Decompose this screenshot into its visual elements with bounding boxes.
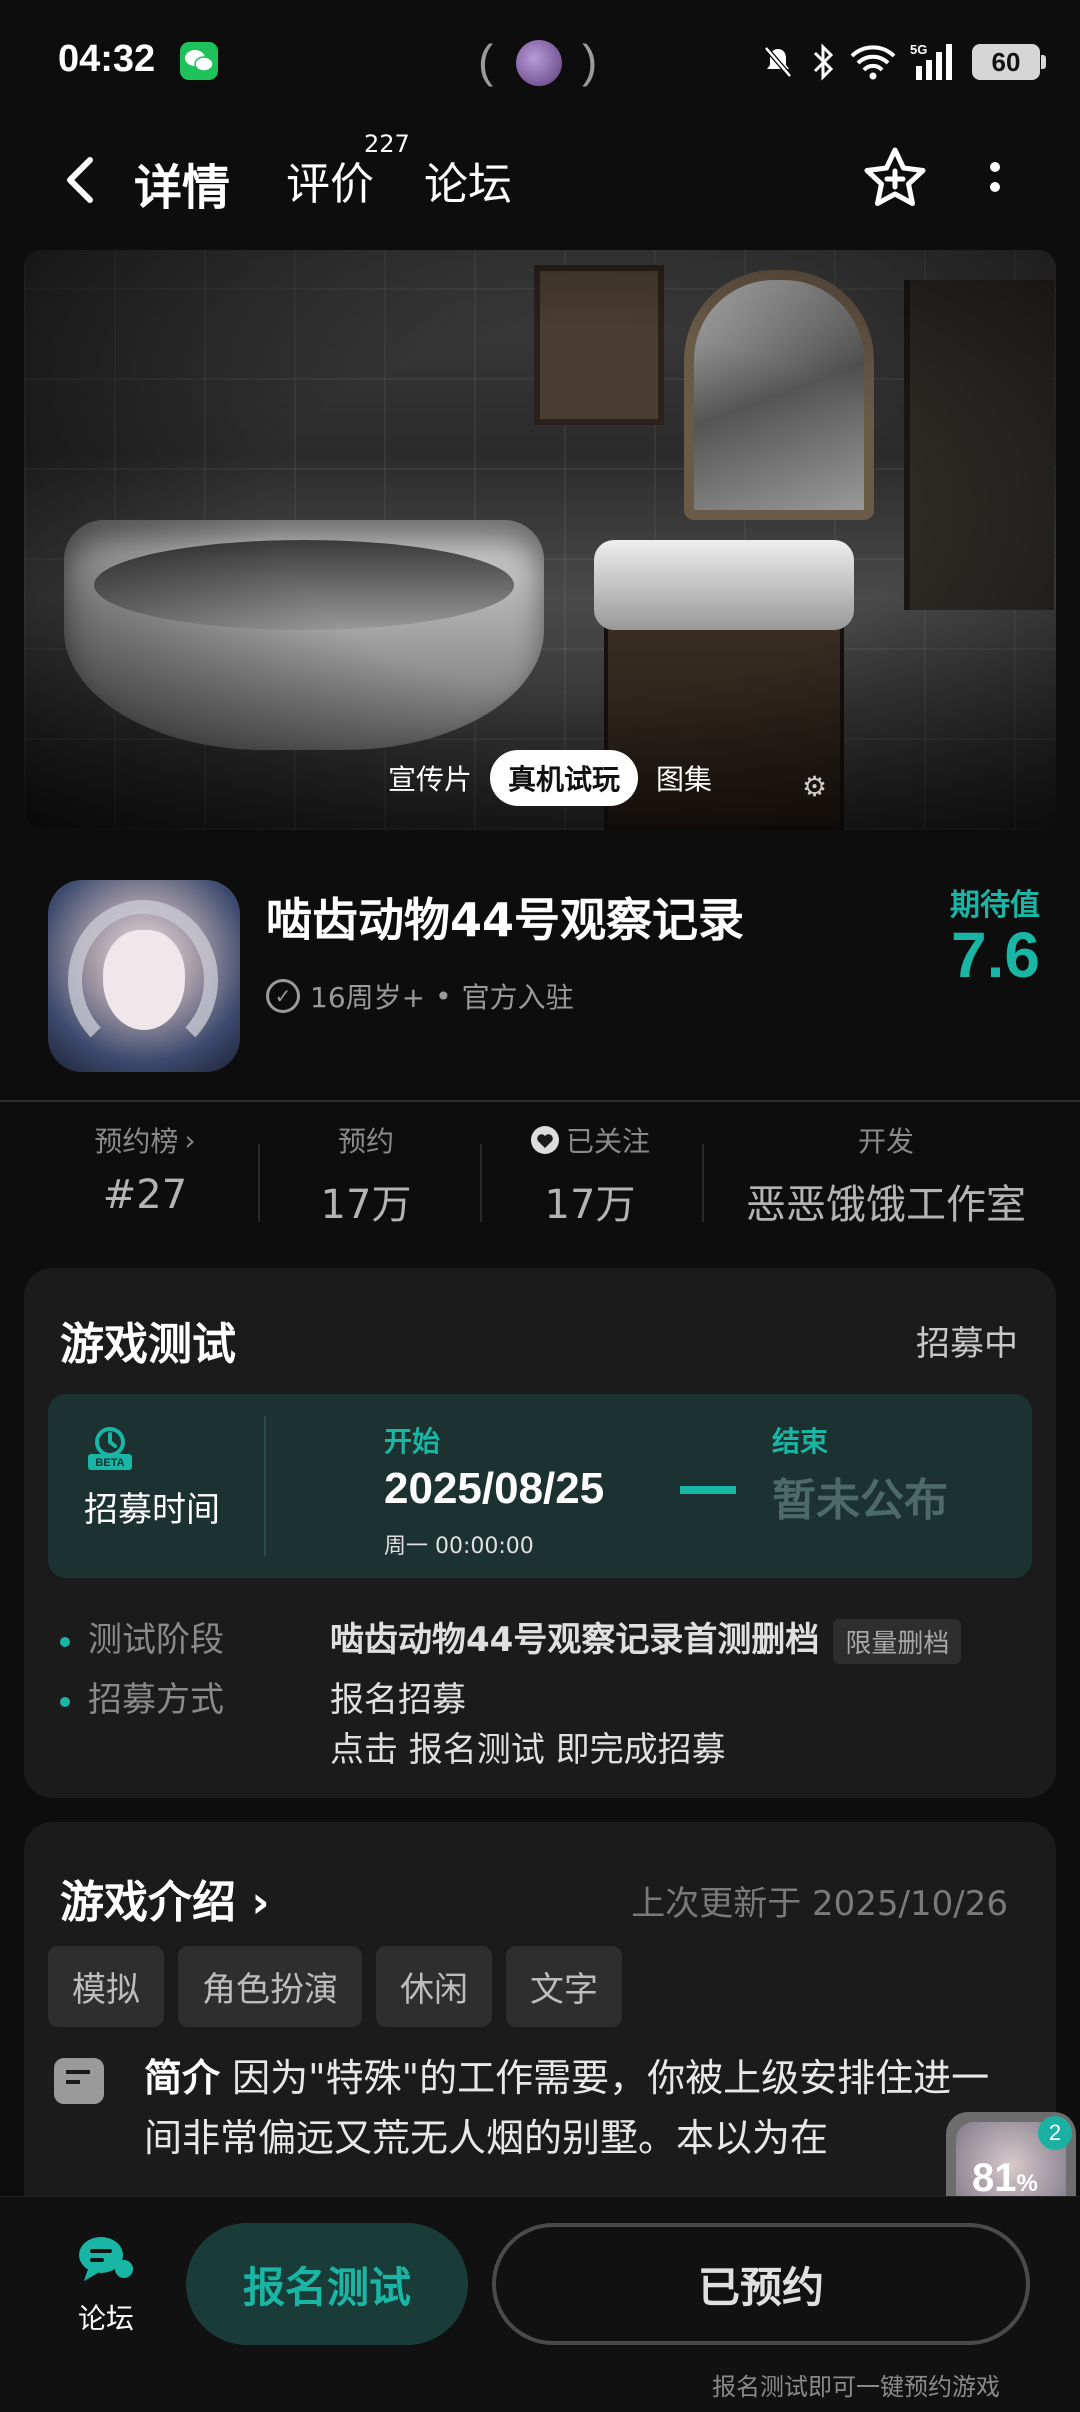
more-vertical-icon xyxy=(980,162,1010,192)
wifi-icon xyxy=(850,45,896,80)
game-meta: ✓ 16周岁+ • 官方入驻 xyxy=(266,976,574,1016)
age-rating: 16周岁+ xyxy=(310,981,426,1014)
bottom-action-bar: 论坛 报名测试 已预约 报名测试即可一键预约游戏 xyxy=(0,2196,1080,2412)
stat-following[interactable]: 已关注 17万 xyxy=(488,1120,692,1230)
chevron-right-icon: › xyxy=(184,1123,196,1157)
widget-badge: 2 xyxy=(1038,2116,1072,2150)
add-favorite-button[interactable] xyxy=(860,144,930,214)
stat-rank[interactable]: 预约榜 › #27 xyxy=(40,1120,250,1219)
recruit-status: 招募中 xyxy=(916,1324,1018,1364)
back-arrow-icon xyxy=(67,157,93,203)
reserved-button[interactable]: 已预约 xyxy=(492,2223,1030,2345)
game-test-card: 游戏测试 招募中 BETA 招募时间 开始 2025/08/25 周一 00:0… xyxy=(24,1268,1056,1798)
settings-gear-icon: ⚙ xyxy=(802,770,828,803)
review-count-badge: 227 xyxy=(364,130,410,158)
test-stage-value: 啮齿动物44号观察记录首测删档 限量删档 xyxy=(330,1612,962,1664)
expectation-value: 7.6 xyxy=(951,919,1040,991)
forum-label: 论坛 xyxy=(77,2302,134,2335)
tab-detail-label: 详情 xyxy=(134,160,231,216)
forum-button[interactable]: 论坛 xyxy=(66,2233,146,2337)
stats-row: 预约榜 › #27 预约 17万 已关注 17万 开发 恶恶饿饿工作室 xyxy=(0,1120,1080,1230)
forum-chat-icon xyxy=(79,2237,133,2281)
test-stage-label: 测试阶段 xyxy=(60,1612,224,1661)
stat-developer-value: 恶恶饿饿工作室 xyxy=(746,1182,1026,1228)
stat-rank-value: #27 xyxy=(102,1172,188,1218)
signup-test-button[interactable]: 报名测试 xyxy=(186,2223,468,2345)
status-time: 04:32 xyxy=(58,38,156,80)
status-bar: 04:32 ( ) 5G 60 xyxy=(0,0,1080,124)
recruit-method-label: 招募方式 xyxy=(60,1672,224,1721)
start-time: 周一 00:00:00 xyxy=(384,1534,534,1559)
star-add-icon xyxy=(864,147,926,206)
tag-item[interactable]: 休闲 xyxy=(376,1946,492,2027)
test-title: 游戏测试 xyxy=(60,1319,236,1370)
beta-timer-icon: BETA xyxy=(88,1427,132,1470)
top-nav: 详情 评价 227 论坛 xyxy=(0,130,1080,230)
signal-icon: 5G xyxy=(910,42,952,80)
tag-list: 模拟 角色扮演 休闲 文字 xyxy=(48,1946,622,2027)
end-label: 结束 xyxy=(772,1425,829,1458)
stat-reservations-value: 17万 xyxy=(320,1182,412,1228)
avatar xyxy=(516,40,562,86)
widget-percent: 81% xyxy=(972,2156,1038,2200)
media-banner[interactable]: 宣传片 真机试玩 图集 ⚙ xyxy=(24,250,1056,830)
svg-text:5G: 5G xyxy=(910,42,927,57)
back-button[interactable] xyxy=(56,150,104,210)
summary-text[interactable]: 简介 因为"特殊"的工作需要，你被上级安排住进一间非常偏远又荒无人烟的别墅。本以… xyxy=(144,2048,1024,2168)
chevron-right-icon: › xyxy=(251,1877,270,1928)
end-value: 暂未公布 xyxy=(772,1475,948,1526)
recruit-method-hint: 点击 报名测试 即完成招募 xyxy=(330,1730,726,1770)
tab-review-label: 评价 xyxy=(286,159,374,210)
verified-check-icon: ✓ xyxy=(266,979,300,1013)
limited-tag: 限量删档 xyxy=(833,1619,962,1664)
media-tab-trailer[interactable]: 宣传片 xyxy=(370,750,490,806)
bottom-hint: 报名测试即可一键预约游戏 xyxy=(712,2373,1000,2401)
stat-developer[interactable]: 开发 恶恶饿饿工作室 xyxy=(716,1120,1056,1230)
recruit-time-box: BETA 招募时间 开始 2025/08/25 周一 00:00:00 结束 暂… xyxy=(48,1394,1032,1578)
heart-icon xyxy=(530,1126,559,1154)
media-tab-gallery[interactable]: 图集 xyxy=(638,750,730,806)
intro-updated: 上次更新于 2025/10/26 xyxy=(631,1884,1008,1924)
game-header: 啮齿动物44号观察记录 ✓ 16周岁+ • 官方入驻 期待值 7.6 xyxy=(0,860,1080,1080)
recruit-time-label: 招募时间 xyxy=(84,1490,220,1530)
stat-reservations: 预约 17万 xyxy=(266,1120,466,1230)
game-icon[interactable] xyxy=(48,880,240,1072)
summary-icon xyxy=(54,2058,104,2104)
media-tabs: 宣传片 真机试玩 图集 xyxy=(370,748,760,808)
svg-text:BETA: BETA xyxy=(95,1457,124,1469)
mute-icon xyxy=(764,46,792,78)
media-tab-gameplay[interactable]: 真机试玩 xyxy=(490,750,639,806)
official-label: 官方入驻 xyxy=(461,981,574,1014)
wechat-notification-icon xyxy=(180,42,218,80)
game-intro-card: 游戏介绍 › 上次更新于 2025/10/26 模拟 角色扮演 休闲 文字 简介… xyxy=(24,1822,1056,2222)
start-label: 开始 xyxy=(384,1425,441,1458)
divider xyxy=(0,1100,1080,1102)
tab-review[interactable]: 评价 227 xyxy=(286,130,410,212)
game-title: 啮齿动物44号观察记录 xyxy=(266,893,745,947)
tab-forum[interactable]: 论坛 xyxy=(424,148,512,212)
tag-item[interactable]: 角色扮演 xyxy=(178,1946,362,2027)
tag-item[interactable]: 文字 xyxy=(506,1946,622,2027)
bluetooth-icon xyxy=(813,43,834,81)
tab-detail[interactable]: 详情 xyxy=(130,148,235,218)
battery-indicator: 60 xyxy=(972,44,1046,80)
recruit-method-value: 报名招募 xyxy=(330,1680,466,1720)
stat-following-value: 17万 xyxy=(544,1182,636,1228)
more-options-button[interactable] xyxy=(980,156,1010,206)
tag-item[interactable]: 模拟 xyxy=(48,1946,164,2027)
status-icons: 5G 60 xyxy=(760,34,1046,90)
dynamic-island[interactable]: ( ) xyxy=(478,30,598,94)
intro-title[interactable]: 游戏介绍 › xyxy=(60,1866,269,1930)
start-date: 2025/08/25 xyxy=(384,1464,605,1513)
